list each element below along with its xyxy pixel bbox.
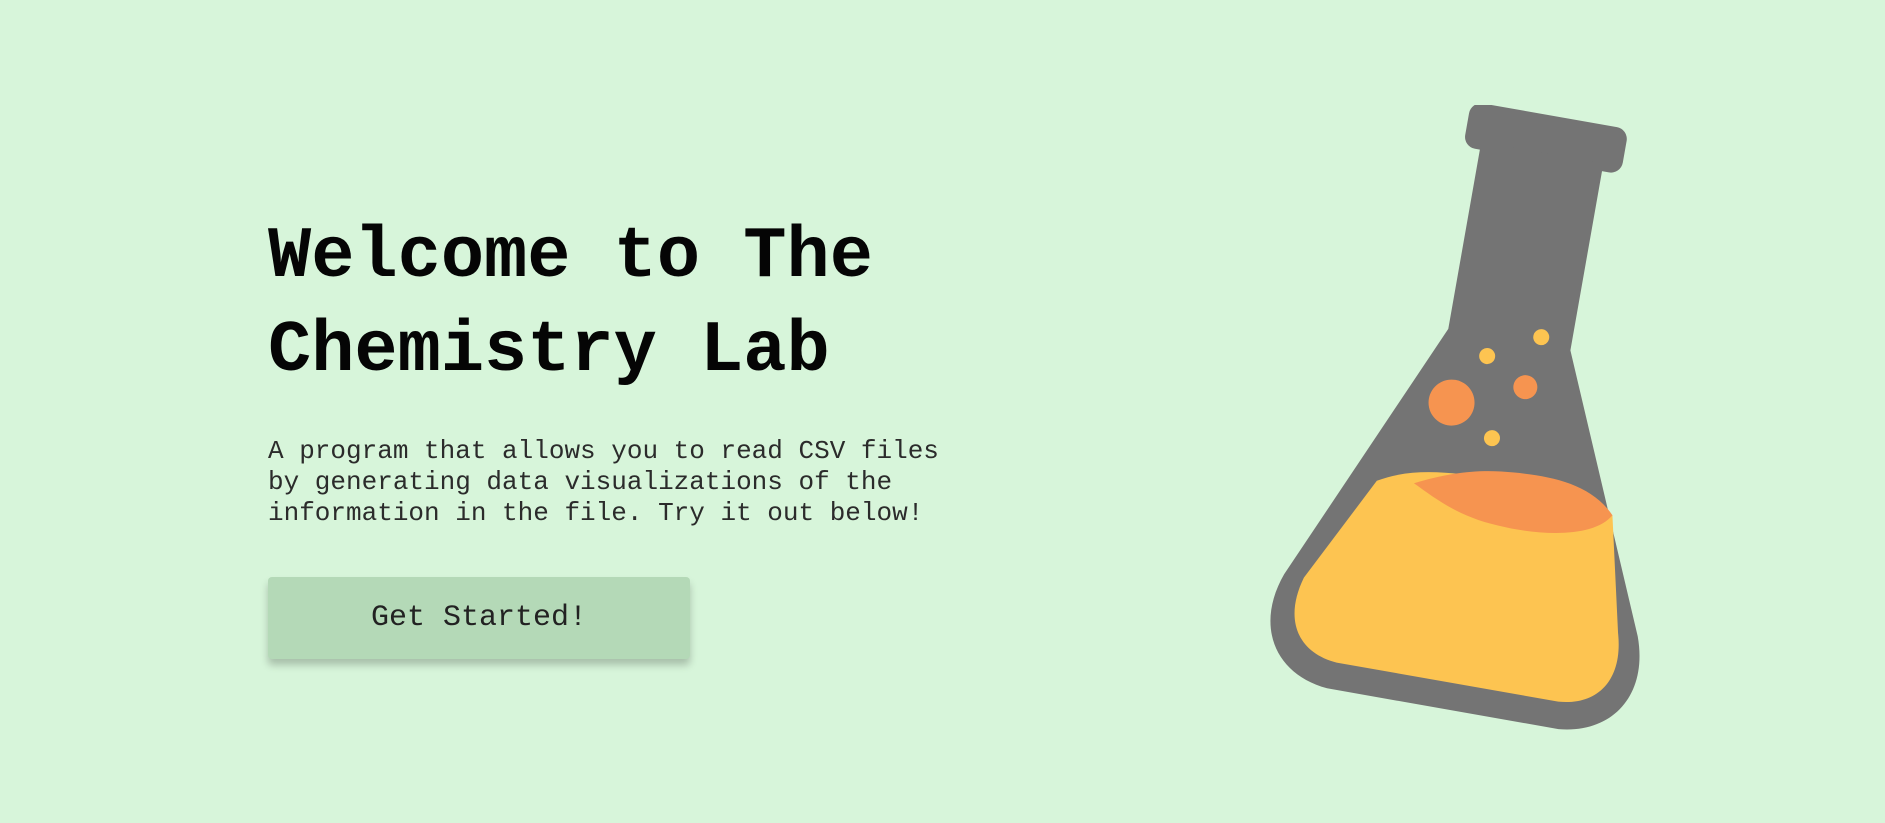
page-title: Welcome to The Chemistry Lab xyxy=(268,210,1008,398)
title-line-2: Chemistry Lab xyxy=(268,310,830,392)
hero-text: Welcome to The Chemistry Lab A program t… xyxy=(268,210,1068,659)
get-started-button[interactable]: Get Started! xyxy=(268,577,690,659)
title-line-1: Welcome to The xyxy=(268,216,873,298)
description-line-2: by generating data visualizations of the xyxy=(268,467,893,497)
hero-section: Welcome to The Chemistry Lab A program t… xyxy=(0,0,1885,823)
chemistry-flask-icon xyxy=(1270,105,1640,730)
description-line-1: A program that allows you to read CSV fi… xyxy=(268,436,939,466)
description-line-3: information in the file. Try it out belo… xyxy=(268,498,924,528)
hero-description: A program that allows you to read CSV fi… xyxy=(268,436,1028,529)
